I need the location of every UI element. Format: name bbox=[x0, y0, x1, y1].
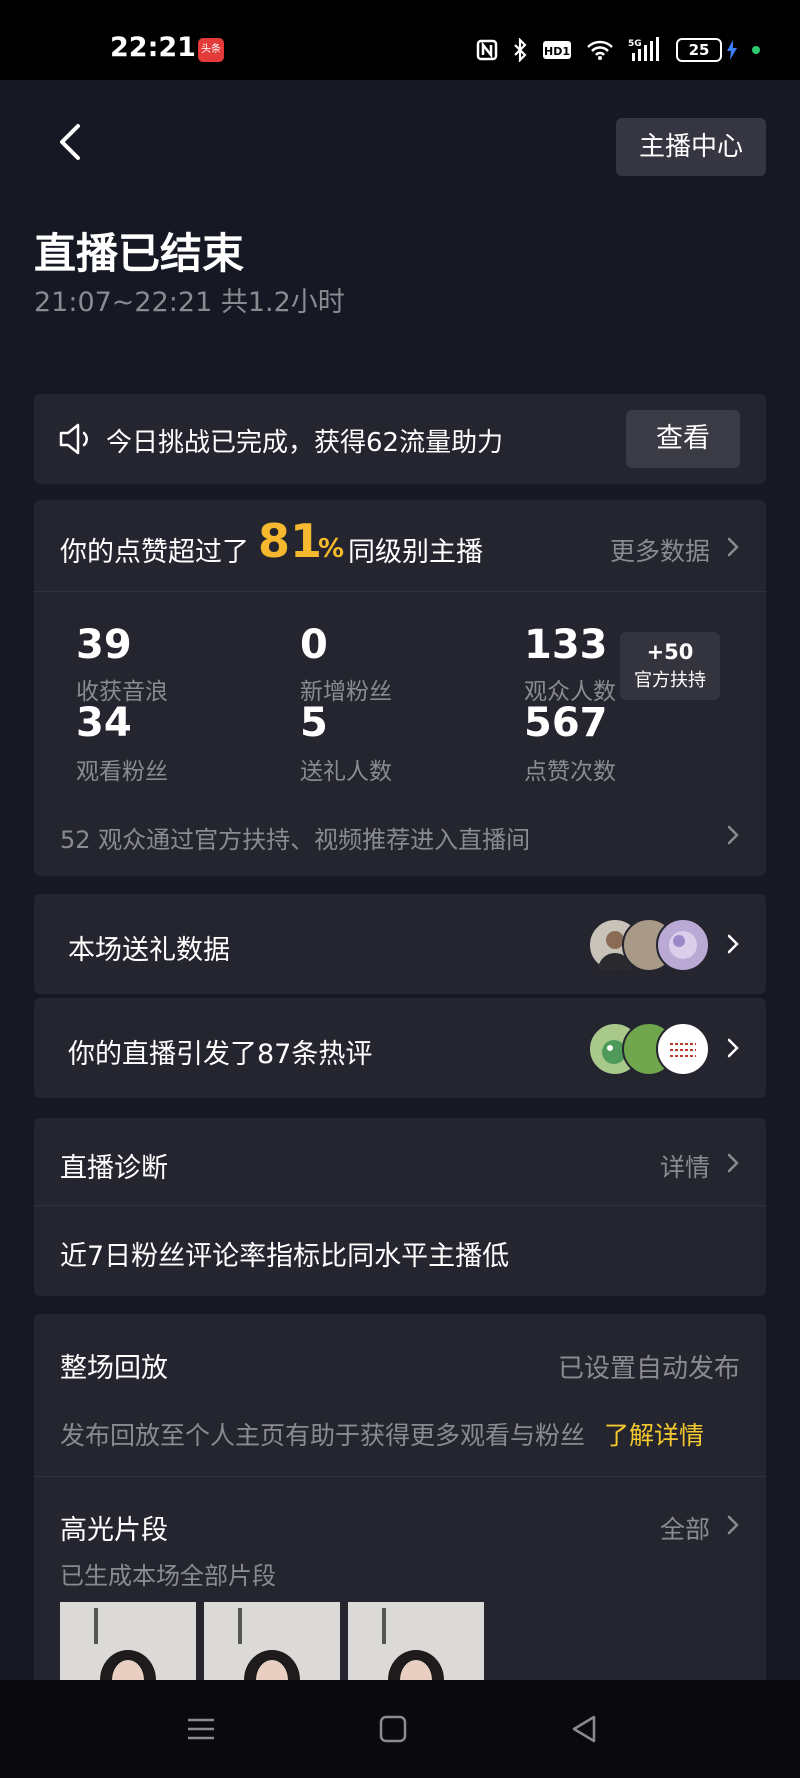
page-title: 直播已结束 bbox=[34, 229, 245, 278]
gifter-avatars bbox=[588, 918, 710, 972]
chevron-right-icon bbox=[727, 1153, 739, 1173]
back-triangle-icon[interactable] bbox=[568, 1712, 602, 1746]
stat-label: 送礼人数 bbox=[300, 759, 392, 785]
charging-icon bbox=[727, 40, 737, 60]
gift-data-label: 本场送礼数据 bbox=[68, 935, 230, 966]
signal-icon: 5G bbox=[628, 37, 662, 63]
system-nav-bar bbox=[0, 1680, 800, 1778]
highlight-all-link[interactable]: 全部 bbox=[660, 1510, 710, 1546]
stat-label: 点赞次数 bbox=[524, 759, 616, 785]
avatar bbox=[656, 918, 710, 972]
diagnosis-body: 近7日粉丝评论率指标比同水平主播低 bbox=[60, 1241, 510, 1272]
status-bar: 22:21 头条 HD1 5G 25 bbox=[0, 0, 800, 80]
view-button[interactable]: 查看 bbox=[626, 410, 740, 468]
toutiao-app-icon: 头条 bbox=[198, 38, 224, 62]
divider bbox=[34, 1476, 766, 1477]
avatar bbox=[656, 1022, 710, 1076]
privacy-dot bbox=[752, 46, 760, 54]
commenter-avatars bbox=[588, 1022, 710, 1076]
replay-title: 整场回放 bbox=[60, 1353, 168, 1384]
chevron-right-icon bbox=[727, 537, 739, 557]
hd-icon: HD1 bbox=[542, 39, 572, 61]
home-icon[interactable] bbox=[376, 1712, 410, 1746]
stat-value: 5 bbox=[300, 700, 328, 746]
diagnosis-detail-link[interactable]: 详情 bbox=[660, 1148, 710, 1184]
likes-rank-prefix: 你的点赞超过了 bbox=[60, 537, 249, 568]
highlight-clip-thumbnail[interactable] bbox=[60, 1602, 196, 1684]
challenge-card: 今日挑战已完成，获得62流量助力 查看 bbox=[34, 394, 766, 484]
battery-icon: 25 bbox=[676, 38, 738, 62]
wifi-icon bbox=[586, 39, 614, 61]
status-time: 22:21 bbox=[110, 32, 196, 63]
anchor-center-button[interactable]: 主播中心 bbox=[616, 118, 766, 176]
hot-comments-row[interactable]: 你的直播引发了87条热评 bbox=[34, 998, 766, 1098]
gift-data-row[interactable]: 本场送礼数据 bbox=[34, 894, 766, 994]
likes-rank-percent: 81 bbox=[258, 514, 323, 568]
highlight-title: 高光片段 bbox=[60, 1515, 168, 1546]
traffic-source-note[interactable]: 52 观众通过官方扶持、视频推荐进入直播间 bbox=[60, 820, 530, 855]
status-icons: HD1 5G 25 bbox=[476, 32, 760, 68]
network-label: 5G bbox=[628, 39, 642, 49]
menu-icon[interactable] bbox=[184, 1712, 218, 1746]
percent-sign: % bbox=[318, 534, 345, 564]
hd-label: HD1 bbox=[544, 45, 570, 58]
learn-more-link[interactable]: 了解详情 bbox=[604, 1416, 704, 1452]
diagnosis-header[interactable]: 直播诊断 详情 bbox=[34, 1118, 766, 1206]
battery-level: 25 bbox=[676, 38, 722, 62]
stat-label: 观看粉丝 bbox=[76, 759, 168, 785]
speaker-icon bbox=[59, 423, 88, 455]
stat-value: 34 bbox=[76, 700, 132, 746]
chevron-left-icon bbox=[60, 124, 80, 160]
highlight-subtitle: 已生成本场全部片段 bbox=[60, 1562, 276, 1590]
chevron-right-icon bbox=[727, 1515, 739, 1535]
highlight-clip-thumbnail[interactable] bbox=[204, 1602, 340, 1684]
nfc-icon bbox=[476, 39, 498, 61]
stat-value: 0 bbox=[300, 622, 328, 668]
replay-card: 整场回放 已设置自动发布 发布回放至个人主页有助于获得更多观看与粉丝 了解详情 … bbox=[34, 1314, 766, 1684]
stats-card: 你的点赞超过了 81 % 同级别主播 更多数据 39 收获音浪 0 新增粉丝 1… bbox=[34, 500, 766, 876]
challenge-text: 今日挑战已完成，获得62流量助力 bbox=[106, 428, 504, 458]
support-label: 官方扶持 bbox=[634, 670, 706, 691]
hot-comments-label: 你的直播引发了87条热评 bbox=[68, 1039, 373, 1070]
more-data-link[interactable]: 更多数据 bbox=[610, 532, 710, 568]
stat-value: 133 bbox=[524, 622, 608, 668]
bluetooth-icon bbox=[512, 38, 528, 62]
diagnosis-title: 直播诊断 bbox=[60, 1153, 168, 1184]
back-button[interactable] bbox=[52, 118, 92, 166]
chevron-right-icon bbox=[727, 825, 739, 845]
chevron-right-icon bbox=[727, 934, 739, 954]
chevron-right-icon bbox=[727, 1038, 739, 1058]
likes-rank-header[interactable]: 你的点赞超过了 81 % 同级别主播 更多数据 bbox=[34, 500, 766, 592]
stat-value: 39 bbox=[76, 622, 132, 668]
diagnosis-card: 直播诊断 详情 近7日粉丝评论率指标比同水平主播低 bbox=[34, 1118, 766, 1296]
replay-description: 发布回放至个人主页有助于获得更多观看与粉丝 bbox=[60, 1421, 586, 1450]
likes-rank-suffix: 同级别主播 bbox=[348, 537, 483, 568]
support-value: +50 bbox=[646, 640, 694, 664]
replay-status[interactable]: 已设置自动发布 bbox=[558, 1348, 740, 1385]
stat-value: 567 bbox=[524, 700, 608, 746]
highlight-clip-thumbnail[interactable] bbox=[348, 1602, 484, 1684]
live-duration: 21:07~22:21 共1.2小时 bbox=[34, 287, 345, 318]
official-support-badge: +50 官方扶持 bbox=[620, 632, 720, 700]
